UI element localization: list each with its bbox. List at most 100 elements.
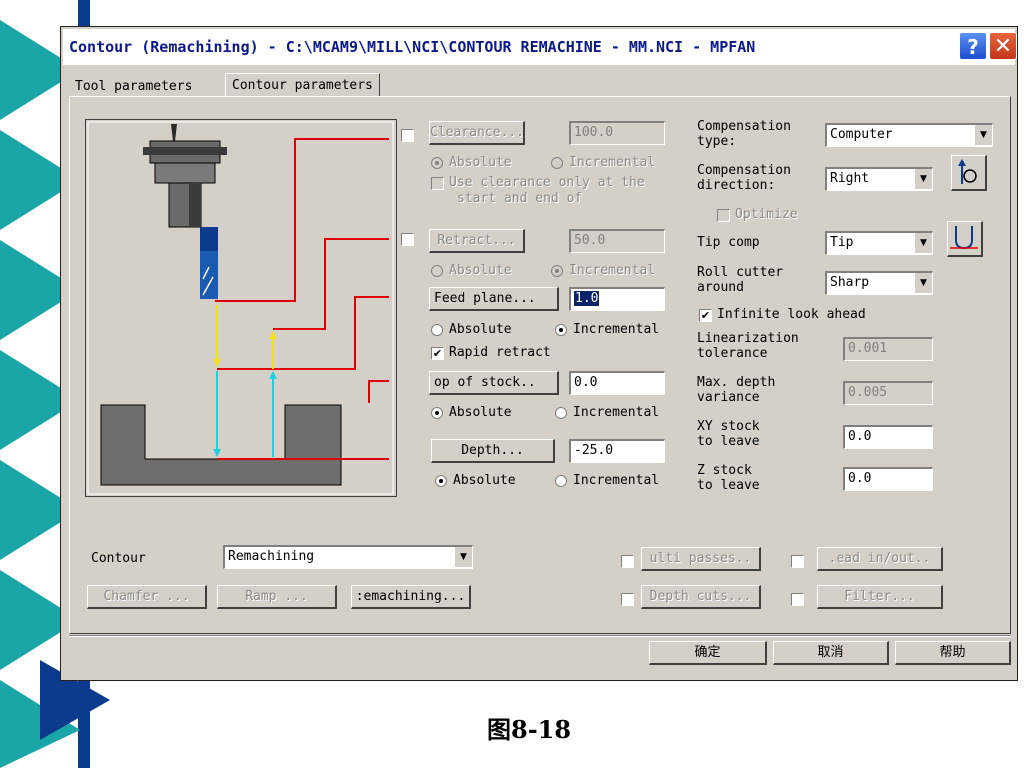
infinite-look-ahead-label: Infinite look ahead	[717, 307, 866, 322]
max-depth-field[interactable]: 0.005	[843, 381, 933, 405]
feed-plane-field[interactable]: 1.0	[569, 287, 665, 311]
optimize-label: Optimize	[735, 207, 798, 222]
close-button[interactable]: ✕	[989, 32, 1017, 60]
help-title-button[interactable]: ?	[959, 32, 987, 60]
lin-tol-label-1: Linearization	[697, 331, 799, 346]
comp-direction-icon-button[interactable]	[951, 155, 987, 191]
contour-type-dropdown[interactable]: Remachining ▼	[223, 545, 473, 569]
filter-checkbox[interactable]	[791, 593, 804, 606]
z-stock-label-2: to leave	[697, 478, 760, 493]
optimize-checkbox[interactable]	[717, 209, 730, 222]
use-clearance-label: Use clearance only at the	[449, 175, 645, 190]
depth-field[interactable]: -25.0	[569, 439, 665, 463]
dialog-window: Contour (Remachining) - C:\MCAM9\MILL\NC…	[60, 26, 1018, 681]
retract-checkbox[interactable]	[401, 233, 414, 246]
tab-tool-parameters[interactable]: Tool parameters	[75, 79, 192, 94]
retract-button[interactable]: Retract...	[429, 229, 525, 253]
cancel-button[interactable]: 取消	[773, 641, 889, 665]
clearance-absolute-label: Absolute	[449, 155, 512, 170]
tip-comp-value: Tip	[830, 235, 854, 250]
chamfer-button[interactable]: Chamfer ...	[87, 585, 207, 609]
divider	[69, 635, 1011, 637]
retract-incremental-label: Incremental	[569, 263, 656, 278]
comp-dir-label-2: direction:	[697, 178, 776, 193]
xy-stock-label-2: to leave	[697, 434, 760, 449]
comp-type-label-1: Compensation	[697, 119, 791, 134]
feed-absolute-label: Absolute	[449, 322, 512, 337]
figure-caption: 图8-18	[487, 715, 572, 744]
top-incremental-radio[interactable]	[555, 407, 567, 419]
clearance-absolute-radio[interactable]	[431, 157, 443, 169]
depth-incremental-radio[interactable]	[555, 475, 567, 487]
ramp-button[interactable]: Ramp ...	[217, 585, 337, 609]
lin-tol-field[interactable]: 0.001	[843, 337, 933, 361]
tip-comp-icon	[950, 226, 978, 250]
chevron-down-icon: ▼	[454, 547, 472, 567]
chevron-down-icon: ▼	[914, 233, 932, 253]
feed-incremental-radio[interactable]	[555, 324, 567, 336]
comp-dir-value: Right	[830, 171, 870, 186]
contour-type-value: Remachining	[228, 549, 315, 564]
contour-type-label: Contour	[91, 551, 146, 566]
chevron-down-icon: ▼	[914, 273, 932, 293]
comp-type-dropdown[interactable]: Computer ▼	[825, 123, 993, 147]
feed-absolute-radio[interactable]	[431, 324, 443, 336]
rapid-retract-checkbox[interactable]: ✔	[431, 347, 444, 360]
depth-cuts-checkbox[interactable]	[621, 593, 634, 606]
use-clearance-label-2: start and end of	[457, 191, 583, 206]
max-depth-label-2: variance	[697, 390, 760, 405]
depth-absolute-radio[interactable]	[435, 475, 447, 487]
clearance-checkbox[interactable]	[401, 129, 414, 142]
lead-in-out-button[interactable]: .ead in/out..	[817, 547, 943, 571]
clearance-incremental-label: Incremental	[569, 155, 656, 170]
tip-comp-dropdown[interactable]: Tip ▼	[825, 231, 933, 255]
use-clearance-checkbox[interactable]	[431, 177, 444, 190]
feed-incremental-label: Incremental	[573, 322, 660, 337]
infinite-look-ahead-checkbox[interactable]: ✔	[699, 309, 712, 322]
top-absolute-radio[interactable]	[431, 407, 443, 419]
retract-absolute-radio[interactable]	[431, 265, 443, 277]
clearance-button[interactable]: Clearance...	[429, 121, 525, 145]
roll-cutter-value: Sharp	[830, 275, 870, 290]
tip-comp-icon-button[interactable]	[947, 221, 983, 257]
retract-field[interactable]: 50.0	[569, 229, 665, 253]
retract-incremental-radio[interactable]	[551, 265, 563, 277]
top-absolute-label: Absolute	[449, 405, 512, 420]
depth-cuts-button[interactable]: Depth cuts...	[641, 585, 761, 609]
rapid-retract-label: Rapid retract	[449, 345, 551, 360]
xy-stock-label-1: XY stock	[697, 419, 760, 434]
top-incremental-label: Incremental	[573, 405, 660, 420]
xy-stock-field[interactable]: 0.0	[843, 425, 933, 449]
help-button[interactable]: 帮助	[895, 641, 1011, 665]
multi-passes-button[interactable]: ulti passes..	[641, 547, 761, 571]
window-title: Contour (Remachining) - C:\MCAM9\MILL\NC…	[69, 38, 756, 56]
depth-incremental-label: Incremental	[573, 473, 660, 488]
top-of-stock-field[interactable]: 0.0	[569, 371, 665, 395]
comp-dir-dropdown[interactable]: Right ▼	[825, 167, 933, 191]
clearance-field[interactable]: 100.0	[569, 121, 665, 145]
tool-height-illustration	[85, 119, 397, 497]
z-stock-field[interactable]: 0.0	[843, 467, 933, 491]
title-bar: Contour (Remachining) - C:\MCAM9\MILL\NC…	[63, 29, 1017, 65]
retract-absolute-label: Absolute	[449, 263, 512, 278]
filter-button[interactable]: Filter...	[817, 585, 943, 609]
roll-cutter-label-2: around	[697, 280, 744, 295]
multi-passes-checkbox[interactable]	[621, 555, 634, 568]
roll-cutter-dropdown[interactable]: Sharp ▼	[825, 271, 933, 295]
depth-button[interactable]: Depth...	[431, 439, 555, 463]
chevron-down-icon: ▼	[914, 169, 932, 189]
max-depth-label-1: Max. depth	[697, 375, 776, 390]
top-of-stock-button[interactable]: op of stock..	[429, 371, 559, 395]
chevron-down-icon: ▼	[974, 125, 992, 145]
comp-dir-label-1: Compensation	[697, 163, 791, 178]
ok-button[interactable]: 确定	[649, 641, 767, 665]
tab-contour-parameters[interactable]: Contour parameters	[225, 73, 380, 97]
lead-in-out-checkbox[interactable]	[791, 555, 804, 568]
feed-plane-button[interactable]: Feed plane...	[429, 287, 559, 311]
clearance-incremental-radio[interactable]	[551, 157, 563, 169]
z-stock-label-1: Z stock	[697, 463, 752, 478]
remachining-button[interactable]: :emachining...	[351, 585, 471, 609]
depth-absolute-label: Absolute	[453, 473, 516, 488]
comp-type-value: Computer	[830, 127, 893, 142]
roll-cutter-label-1: Roll cutter	[697, 265, 784, 280]
